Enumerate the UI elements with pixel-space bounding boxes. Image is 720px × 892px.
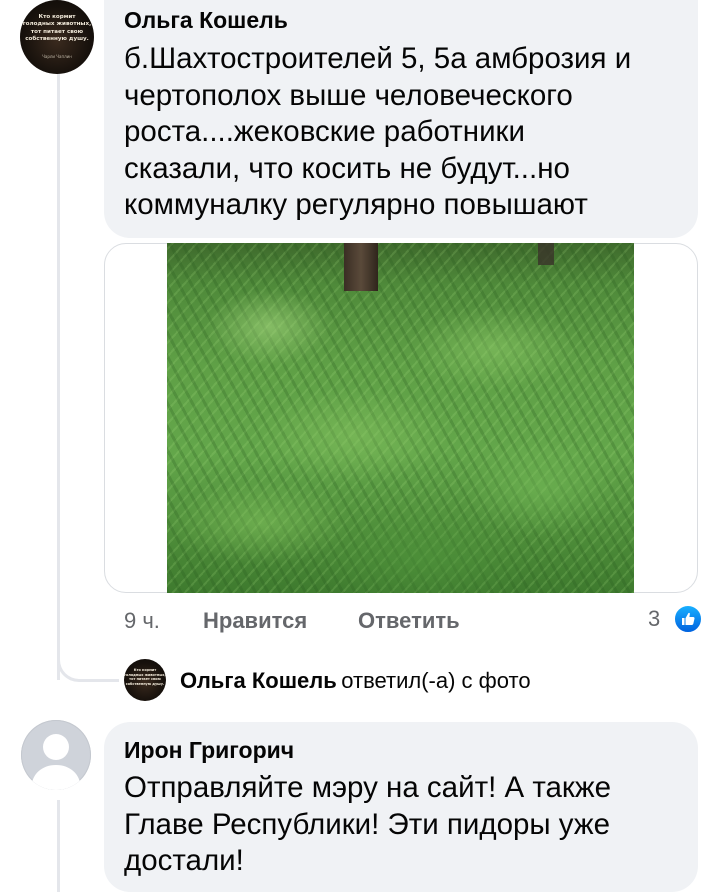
reply-author: Ольга Кошель <box>180 668 337 693</box>
comment-timestamp[interactable]: 9 ч. <box>124 608 160 634</box>
comment-author-2[interactable]: Ирон Григорич <box>124 737 294 764</box>
thread-line-lower <box>57 800 60 892</box>
photo-tree-trunk-far <box>538 243 554 265</box>
comment-text: б.Шахтостроителей 5, 5а амброзия и черто… <box>124 42 632 221</box>
avatar[interactable]: Кто кормит голодных животных, тот питает… <box>20 0 94 74</box>
photo-tree-trunk <box>344 243 378 291</box>
avatar-quote: Кто кормит голодных животных, тот питает… <box>22 14 92 43</box>
reply-button[interactable]: Ответить <box>358 608 460 634</box>
reply-thread-connector <box>57 650 119 682</box>
comment-author[interactable]: Ольга Кошель <box>124 7 288 34</box>
reply-action-text: ответил(-а) с фото <box>341 668 531 693</box>
avatar-quote-caption: Чарли Чаплин <box>42 54 72 59</box>
reply-summary-link[interactable]: Ольга Кошель ответил(-а) с фото <box>180 668 531 694</box>
like-thumb-icon[interactable] <box>673 604 703 634</box>
comment-photo[interactable] <box>167 243 634 593</box>
thread-line <box>57 70 60 680</box>
reaction-count[interactable]: 3 <box>648 606 660 632</box>
like-button[interactable]: Нравится <box>203 608 307 634</box>
default-avatar-icon[interactable] <box>21 720 91 790</box>
reply-avatar[interactable]: Кто кормит голодных животных, тот питает… <box>124 659 166 701</box>
comment-text-2: Отправляйте мэру на сайт! А также Главе … <box>124 771 611 877</box>
